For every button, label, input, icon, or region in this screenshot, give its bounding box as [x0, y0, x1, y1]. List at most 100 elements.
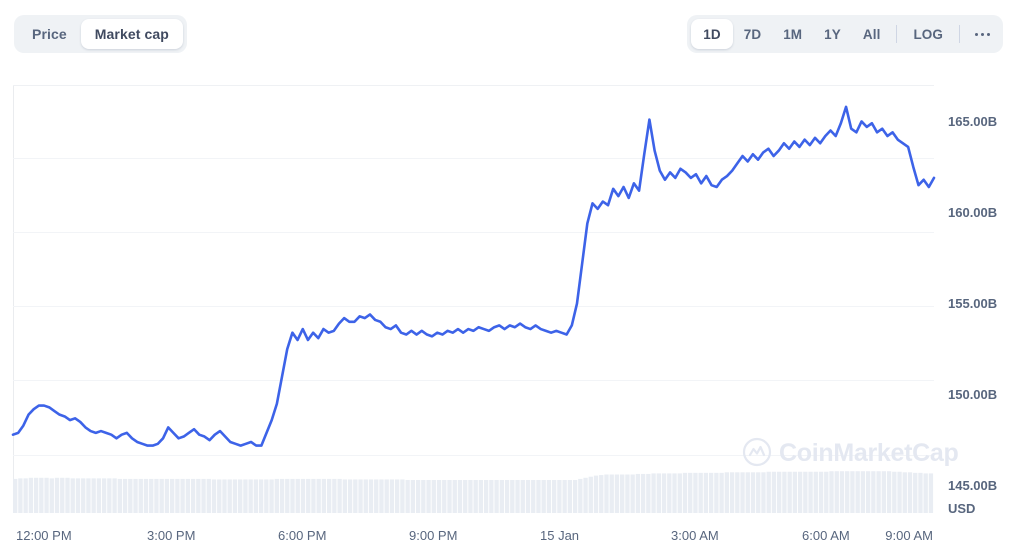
gridlines: [13, 158, 934, 456]
volume-bar: [499, 480, 504, 513]
volume-bar: [593, 475, 599, 513]
volume-bar: [557, 480, 562, 513]
volume-bar: [379, 479, 384, 513]
volume-bar: [128, 478, 133, 513]
x-axis-tick-label: 6:00 AM: [802, 528, 850, 543]
volume-bar: [724, 472, 730, 513]
volume-bar: [630, 474, 635, 513]
volume-bar: [918, 472, 923, 513]
volume-bar: [714, 472, 719, 513]
metric-toggle-price[interactable]: Price: [18, 19, 81, 49]
volume-bar: [782, 471, 787, 513]
volume-bar: [389, 479, 395, 513]
x-axis-tick-label: 9:00 AM: [885, 528, 933, 543]
volume-bar: [839, 471, 845, 513]
toolbar-divider-2: [959, 25, 960, 43]
volume-bar: [520, 480, 525, 513]
volume-bar: [384, 479, 389, 513]
volume-bar: [735, 472, 740, 513]
volume-bar: [489, 480, 494, 513]
volume-bar: [337, 478, 342, 513]
volume-bar: [729, 472, 735, 513]
volume-bar: [316, 478, 321, 513]
y-axis-labels: 165.00B 160.00B 155.00B 150.00B 145.00B: [948, 114, 997, 493]
volume-bar: [614, 474, 620, 513]
volume-bar: [850, 471, 855, 513]
volume-bar: [787, 471, 792, 513]
time-range-toggle-group: 1D 7D 1M 1Y All LOG: [687, 15, 1003, 53]
volume-bar: [525, 480, 531, 513]
volume-bar: [60, 477, 65, 513]
range-button-all[interactable]: All: [852, 19, 892, 49]
volume-bar: [211, 479, 217, 513]
volume-bar: [410, 480, 416, 513]
volume-bar: [740, 472, 745, 513]
volume-bar: [865, 471, 871, 513]
x-axis-tick-label: 3:00 PM: [147, 528, 195, 543]
volume-bar: [169, 478, 175, 513]
volume-bar: [761, 472, 766, 513]
volume-bar: [300, 478, 306, 513]
volume-bar: [421, 480, 426, 513]
volume-bar: [347, 479, 353, 513]
volume-bar: [28, 477, 34, 513]
volume-bar: [923, 473, 928, 513]
chart-area[interactable]: CoinMarketCap 165.00B 160.00B 155.00B 150.0…: [0, 68, 1017, 557]
volume-bar: [682, 472, 688, 513]
volume-bar: [96, 478, 102, 513]
volume-bar: [227, 479, 232, 513]
volume-bar: [374, 479, 379, 513]
volume-bar: [562, 480, 567, 513]
range-button-7d[interactable]: 7D: [733, 19, 772, 49]
volume-bar: [578, 478, 583, 513]
volume-bar: [138, 478, 143, 513]
volume-bar: [892, 471, 897, 513]
volume-bar: [185, 478, 191, 513]
volume-bar: [54, 477, 60, 513]
volume-bar: [881, 471, 886, 513]
market-cap-line: [11, 105, 936, 447]
coinmarketcap-watermark: CoinMarketCap: [742, 437, 959, 467]
volume-bar: [368, 479, 374, 513]
y-axis-tick-label: 155.00B: [948, 296, 997, 311]
volume-bar: [290, 478, 295, 513]
range-button-1y[interactable]: 1Y: [813, 19, 852, 49]
volume-bar: [258, 479, 264, 513]
volume-bar: [415, 480, 421, 513]
volume-bar: [771, 471, 777, 513]
log-scale-button[interactable]: LOG: [902, 19, 954, 49]
volume-bar: [708, 472, 714, 513]
range-button-1m[interactable]: 1M: [772, 19, 813, 49]
volume-bar: [143, 478, 149, 513]
volume-bar: [813, 471, 818, 513]
watermark-label: CoinMarketCap: [779, 439, 958, 467]
volume-bar: [321, 478, 327, 513]
volume-bar: [756, 472, 761, 513]
volume-bar: [39, 477, 44, 513]
metric-toggle-group: Price Market cap: [14, 15, 187, 53]
volume-bar: [201, 478, 206, 513]
volume-bar: [190, 478, 196, 513]
volume-bar: [588, 476, 593, 513]
volume-bar: [855, 471, 860, 513]
volume-bar: [23, 478, 28, 513]
volume-bar: [117, 478, 122, 513]
market-cap-line-chart[interactable]: CoinMarketCap 165.00B 160.00B 155.00B 150.0…: [0, 68, 1017, 557]
volume-bar: [248, 479, 253, 513]
volume-bar: [342, 479, 348, 513]
volume-bar: [646, 473, 651, 513]
volume-bar: [860, 471, 866, 513]
more-options-icon[interactable]: [965, 19, 999, 49]
range-button-1d[interactable]: 1D: [691, 19, 733, 49]
metric-toggle-market-cap[interactable]: Market cap: [80, 19, 183, 49]
volume-bar: [175, 478, 180, 513]
x-axis-tick-label: 6:00 PM: [278, 528, 326, 543]
volume-bar: [196, 478, 201, 513]
volume-bar: [609, 474, 614, 513]
volume-bar: [180, 478, 185, 513]
volume-bar: [285, 478, 290, 513]
volume-bar: [18, 478, 23, 513]
volume-bar: [253, 479, 259, 513]
x-axis-tick-label: 12:00 PM: [16, 528, 72, 543]
volume-bar: [405, 480, 410, 513]
